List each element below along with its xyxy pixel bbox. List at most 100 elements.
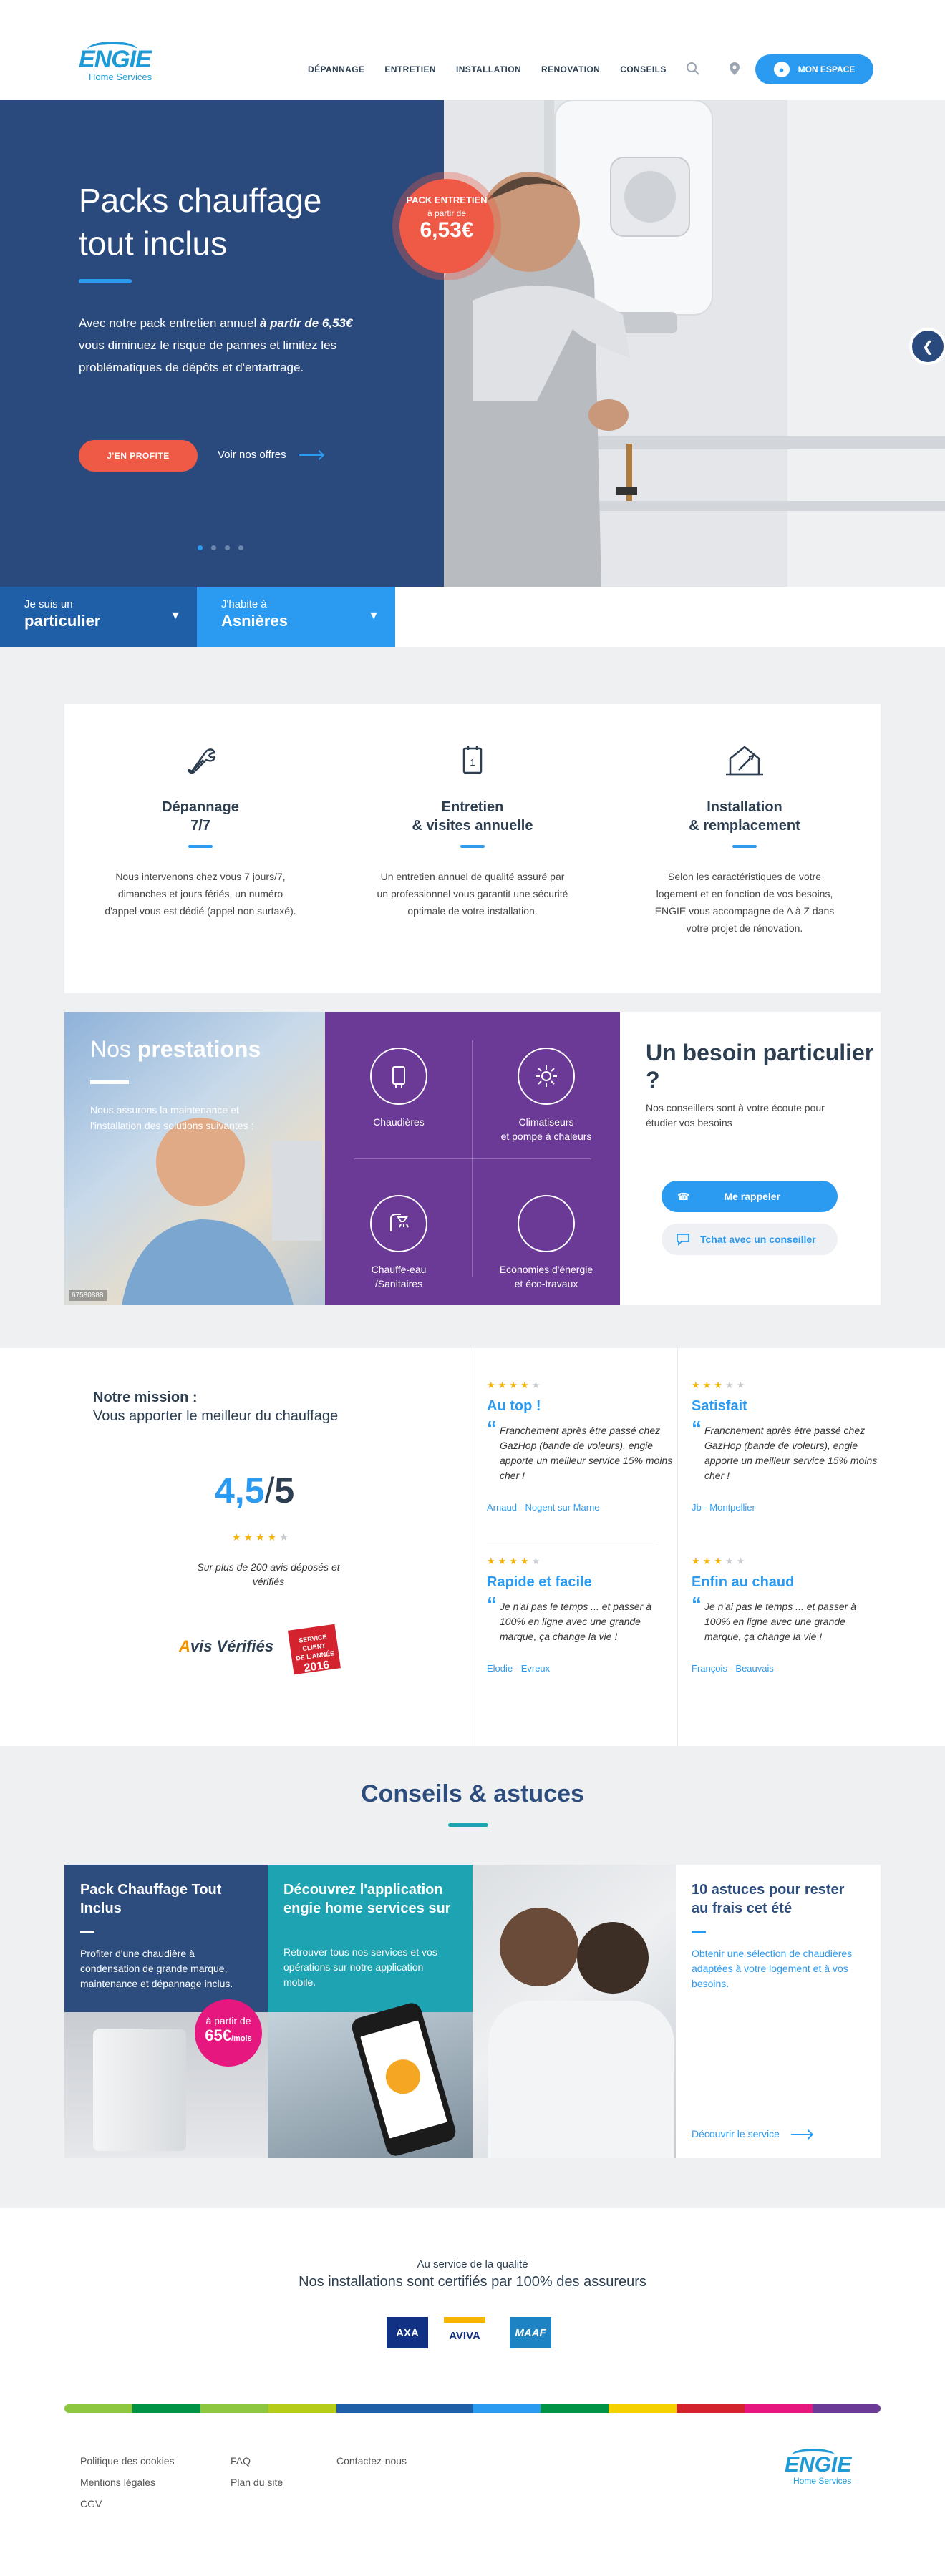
nav-depannage[interactable]: DÉPANNAGE — [308, 64, 364, 74]
svg-text:1: 1 — [470, 757, 475, 768]
search-icon[interactable] — [686, 62, 700, 76]
review-text: Franchement après être passé chez GazHop… — [487, 1420, 673, 1483]
aviva-logo: AVIVA — [444, 2317, 485, 2348]
prestations-description: Nous assurons la maintenance et l'instal… — [90, 1104, 254, 1131]
card-underline — [692, 1931, 706, 1933]
arrow-right-icon — [299, 454, 322, 457]
conseil-card-astuces[interactable]: 10 astuces pour rester au frais cet été … — [676, 1865, 881, 2158]
color-bar-segment — [745, 2404, 813, 2413]
service-title-text: Dépannage 7/7 — [162, 799, 239, 834]
service-title-text: Installation & remplacement — [689, 799, 800, 834]
assureurs-section: Au service de la qualité Nos installatio… — [0, 2208, 945, 2423]
house-tools-icon — [726, 746, 763, 776]
nav-renovation[interactable]: RENOVATION — [541, 64, 600, 74]
prestations-photo-panel: Nos prestations Nous assurons la mainten… — [64, 1012, 325, 1305]
city-selector-label: J'habite à — [221, 598, 267, 610]
color-bar-segment — [336, 2404, 404, 2413]
hero-title: Packs chauffage tout inclus — [79, 182, 322, 262]
wrench-icon — [188, 748, 216, 774]
service-description: Selon les caractéristiques de votre loge… — [654, 871, 835, 934]
me-rappeler-button[interactable]: ☎ Me rappeler — [662, 1181, 838, 1212]
footer-link-cgv[interactable]: CGV — [80, 2493, 175, 2514]
tchat-conseiller-button[interactable]: Tchat avec un conseiller — [662, 1224, 838, 1255]
review-title: Enfin au chaud — [692, 1574, 795, 1590]
color-bar-segment — [813, 2404, 881, 2413]
slider-prev-arrow-icon[interactable]: ❮ — [909, 328, 945, 365]
me-rappeler-label: Me rappeler — [724, 1191, 781, 1202]
service-underline — [460, 845, 485, 848]
mon-espace-button[interactable]: ● MON ESPACE — [755, 54, 873, 84]
column-divider — [472, 1348, 473, 1746]
footer-link-mentions[interactable]: Mentions légales — [80, 2472, 175, 2493]
rating-stars: ★★★★★ — [232, 1531, 291, 1543]
card-title: Découvrez l'application engie home servi… — [284, 1882, 451, 1916]
color-bar-segment — [268, 2404, 336, 2413]
score-value: 4,5 — [215, 1470, 265, 1511]
service-title: Dépannage 7/7 — [64, 798, 336, 835]
nav-installation[interactable]: INSTALLATION — [456, 64, 521, 74]
decouvrir-service-link[interactable]: Découvrir le service — [692, 2128, 811, 2140]
prestation-label: Economies d'énergie et éco-travaux — [499, 1264, 593, 1289]
conseil-card-pack[interactable]: Pack Chauffage Tout Inclus Profiter d'un… — [64, 1865, 268, 2158]
voir-nos-offres-link[interactable]: Voir nos offres — [218, 449, 322, 461]
service-underline — [188, 845, 213, 848]
mission-reviews-section: Notre mission : Vous apporter le meilleu… — [0, 1348, 945, 1746]
slider-dot[interactable] — [211, 545, 216, 550]
engie-logo[interactable]: ENGIE Home Services — [79, 42, 158, 90]
footer-link-cookies[interactable]: Politique des cookies — [80, 2450, 175, 2472]
prestation-label: Climatiseurs et pompe à chaleurs — [500, 1116, 592, 1142]
location-pin-icon[interactable] — [727, 62, 742, 76]
technician-boiler-image — [444, 100, 945, 587]
hero-photo — [444, 100, 945, 587]
price-badge: à partir de 65€/mois — [195, 1999, 262, 2067]
footer-link-faq[interactable]: FAQ — [231, 2450, 283, 2472]
prestation-label: Chauffe-eau /Sanitaires — [371, 1264, 427, 1289]
city-selector[interactable]: J'habite à Asnières ▼ — [197, 587, 395, 647]
hero-title-underline — [79, 279, 132, 283]
slider-dot[interactable] — [238, 545, 243, 550]
service-title-text: Entretien & visites annuelle — [412, 799, 533, 834]
profile-selector[interactable]: Je suis un particulier ▼ — [0, 587, 197, 647]
pack-entretien-badge[interactable]: PACK ENTRETIEN à partir de 6,53€ — [392, 172, 501, 280]
service-underline — [732, 845, 757, 848]
nav-conseils[interactable]: CONSEILS — [620, 64, 667, 74]
price-badge-unit: /mois — [231, 2034, 252, 2043]
chat-bubble-icon — [677, 1234, 689, 1246]
prestation-economies[interactable]: Economies d'énergie et éco-travaux — [472, 1195, 620, 1291]
review-stars: ★★★★★ — [487, 1556, 543, 1566]
review-author: Elodie - Evreux — [487, 1663, 551, 1674]
logo-subtitle: Home Services — [89, 72, 152, 82]
prestation-chauffe-eau[interactable]: Chauffe-eau /Sanitaires — [325, 1195, 472, 1291]
slider-dot[interactable] — [198, 545, 203, 550]
slider-dot[interactable] — [225, 545, 230, 550]
boiler-image — [93, 2029, 186, 2151]
footer-link-plan[interactable]: Plan du site — [231, 2472, 283, 2493]
prestation-label: Chaudières — [373, 1116, 425, 1128]
footer-link-contact[interactable]: Contactez-nous — [336, 2450, 407, 2472]
review-text: Franchement après être passé chez GazHop… — [692, 1420, 878, 1483]
nav-entretien[interactable]: ENTRETIEN — [384, 64, 436, 74]
service-installation: Installation & remplacement Selon les ca… — [609, 704, 881, 937]
jen-profite-button[interactable]: J'EN PROFITE — [79, 440, 198, 472]
footer-column: Politique des cookies Mentions légales C… — [80, 2450, 175, 2514]
grid-divider — [354, 1158, 591, 1159]
phone-icon: ☎ — [677, 1190, 690, 1202]
review-stars: ★★★★★ — [692, 1380, 748, 1390]
review-author: Arnaud - Nogent sur Marne — [487, 1502, 600, 1513]
prestation-chaudieres[interactable]: Chaudières — [325, 1048, 472, 1129]
column-divider — [677, 1348, 678, 1746]
assureurs-kicker: Au service de la qualité — [417, 2258, 528, 2270]
prestation-climatiseurs[interactable]: Climatiseurs et pompe à chaleurs — [472, 1048, 620, 1143]
shower-icon — [370, 1195, 427, 1252]
conseil-card-app[interactable]: Découvrez l'application engie home servi… — [268, 1865, 472, 2158]
maaf-logo: MAAF — [510, 2317, 551, 2348]
conseil-card-couple-photo[interactable] — [472, 1865, 676, 2158]
footer-column: FAQ Plan du site — [231, 2450, 283, 2493]
leaf-icon — [518, 1195, 575, 1252]
slider-dots — [198, 545, 243, 550]
couple-image — [500, 1908, 578, 1986]
service-client-award-logo: SERVICE CLIENT DE L'ANNÉE 2016 — [288, 1624, 341, 1675]
footer-engie-logo[interactable]: ENGIE Home Services — [785, 2449, 871, 2486]
badge-price: 6,53€ — [420, 218, 474, 242]
hero-description: Avec notre pack entretien annuel à parti… — [79, 312, 372, 379]
